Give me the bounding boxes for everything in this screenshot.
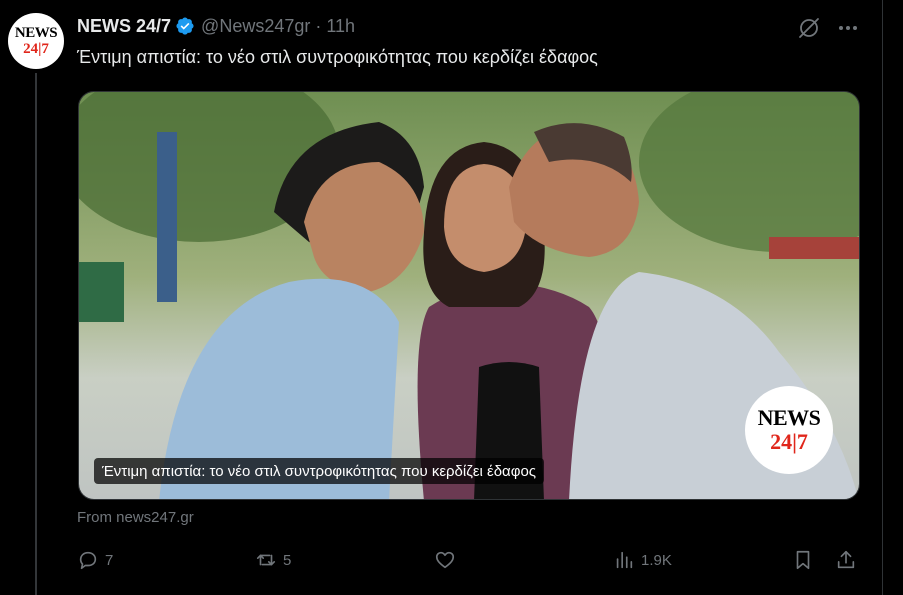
reply-icon [79, 551, 97, 570]
like-button[interactable] [434, 546, 462, 574]
verified-icon[interactable] [175, 16, 195, 36]
media-image[interactable] [78, 91, 860, 500]
repost-icon [256, 554, 276, 566]
news247-logo: NEWS 24|7 [745, 386, 833, 474]
logo-line2: 24|7 [770, 429, 808, 454]
separator-dot: · [315, 15, 322, 36]
media-caption: Έντιμη απιστία: το νέο στιλ συντροφικότη… [94, 458, 545, 484]
column-border [882, 0, 883, 595]
views-count: 1.9K [641, 551, 672, 569]
repost-count: 5 [283, 551, 292, 569]
like-icon [435, 551, 455, 569]
reply-button[interactable]: 7 [77, 546, 113, 574]
bookmark-icon [796, 550, 810, 570]
views-icon [616, 551, 633, 569]
repost-button[interactable]: 5 [255, 546, 291, 574]
avatar[interactable]: NEWS 24|7 [8, 13, 64, 69]
action-bar: 7 5 1.9K [77, 546, 861, 574]
avatar-logo-line1: NEWS [14, 24, 58, 41]
tweet-time[interactable]: 11h [326, 16, 355, 37]
tweet-text: Έντιμη απιστία: το νέο στιλ συντροφικότη… [77, 47, 598, 67]
avatar-logo-line2: 24|7 [23, 40, 49, 57]
more-icon[interactable] [836, 16, 860, 40]
grok-icon[interactable] [797, 16, 821, 40]
photo-illustration [79, 92, 859, 499]
source-link[interactable]: From news247.gr [77, 509, 194, 526]
bookmark-button[interactable] [792, 546, 814, 574]
tweet-header: NEWS 24/7 @News247gr · 11h [77, 13, 355, 39]
share-button[interactable] [835, 546, 857, 574]
author-handle[interactable]: @News247gr [201, 16, 310, 37]
share-icon [837, 550, 855, 569]
reply-count: 7 [105, 551, 114, 569]
views-button[interactable]: 1.9K [613, 546, 672, 574]
author-name[interactable]: NEWS 24/7 [77, 16, 171, 37]
logo-line1: NEWS [757, 405, 821, 430]
thread-line [35, 73, 37, 595]
